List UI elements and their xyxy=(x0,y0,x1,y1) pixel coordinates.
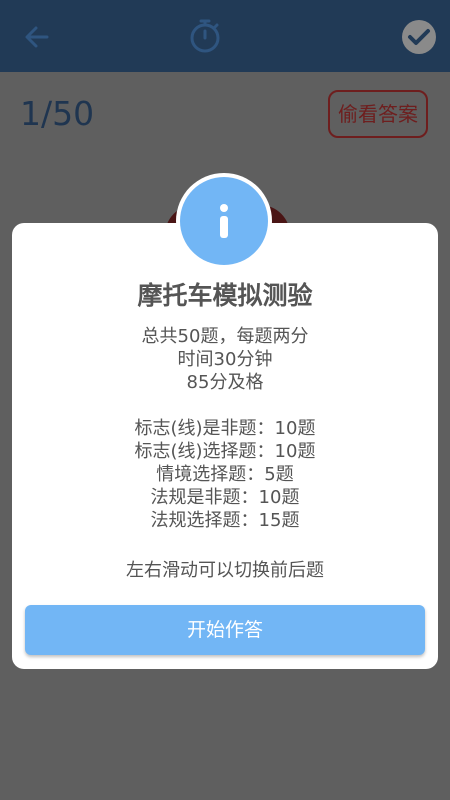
peek-answer-button[interactable]: 偷看答案 xyxy=(328,90,428,138)
top-app-bar xyxy=(0,0,450,72)
breakdown-line: 法规选择题：15题 xyxy=(150,510,300,531)
breakdown-line: 标志(线)是非题：10题 xyxy=(134,418,316,439)
summary-line: 85分及格 xyxy=(186,372,264,393)
breakdown-line: 情境选择题：5题 xyxy=(156,464,294,485)
summary-line: 时间30分钟 xyxy=(177,349,273,370)
breakdown-line: 标志(线)选择题：10题 xyxy=(134,441,316,462)
check-circle-icon[interactable] xyxy=(400,18,438,56)
info-icon xyxy=(180,177,268,265)
arrow-left-icon[interactable] xyxy=(22,22,52,52)
quiz-rules: 总共50题，每题两分 时间30分钟 85分及格 标志(线)是非题：10题 标志(… xyxy=(12,325,438,532)
question-counter: 1/50 xyxy=(20,94,95,133)
swipe-hint: 左右滑动可以切换前后题 xyxy=(126,560,324,581)
start-quiz-button[interactable]: 开始作答 xyxy=(25,605,425,655)
dialog-title: 摩托车模拟测验 xyxy=(137,281,313,310)
stopwatch-icon xyxy=(188,18,222,54)
summary-line: 总共50题，每题两分 xyxy=(141,326,309,347)
breakdown-line: 法规是非题：10题 xyxy=(150,487,300,508)
